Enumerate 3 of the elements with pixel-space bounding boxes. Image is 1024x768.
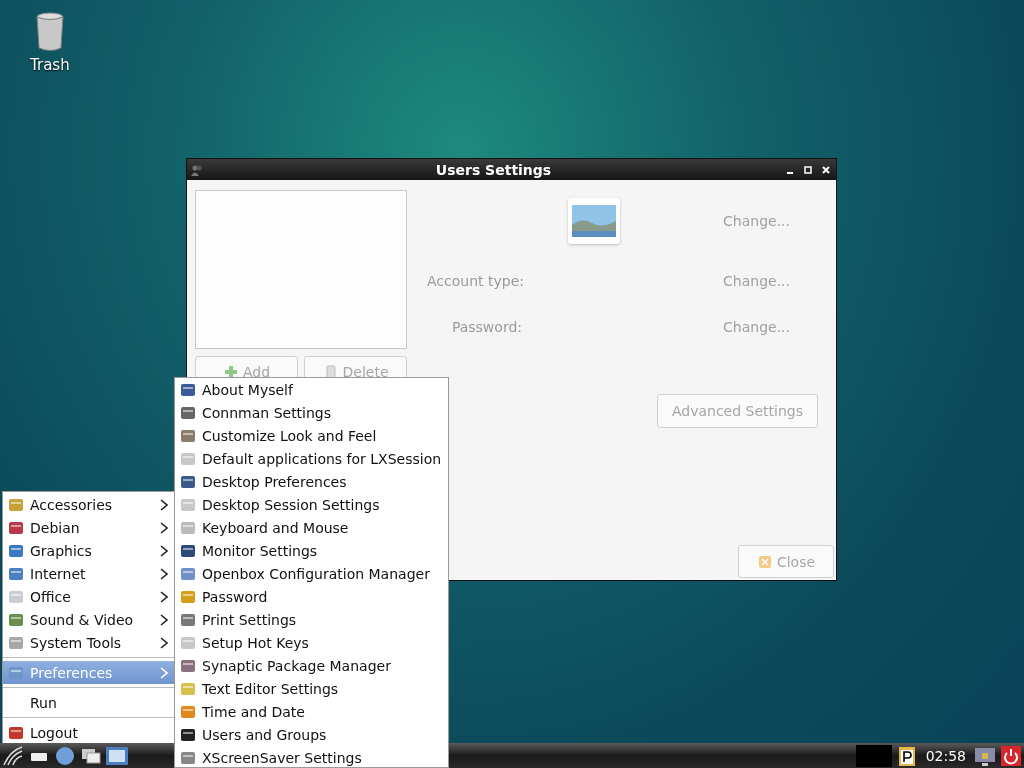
window-title: Users Settings [434,161,553,178]
field-label: Account type: [427,273,522,289]
field-label: Password: [450,319,522,335]
